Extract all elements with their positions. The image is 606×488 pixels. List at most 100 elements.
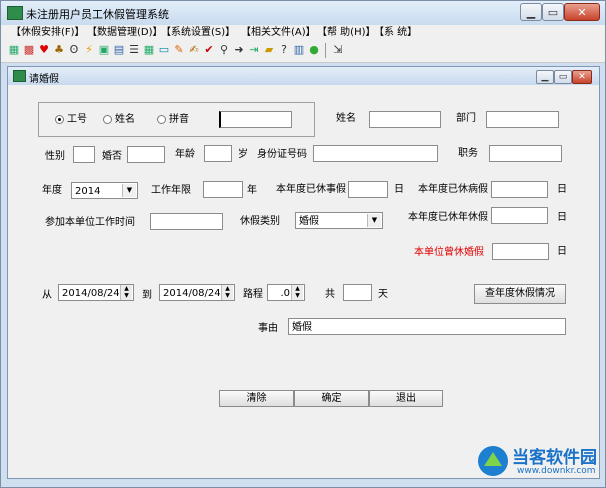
reason-label: 事由 [258, 323, 278, 334]
used-personal-unit: 日 [394, 184, 404, 195]
exit-door-icon[interactable]: ⇲ [331, 42, 345, 58]
blocks-icon[interactable]: ▣ [97, 42, 111, 58]
search-input[interactable] [219, 111, 292, 128]
radio-name[interactable] [103, 115, 112, 124]
import-icon[interactable]: ⇥ [247, 42, 261, 58]
start-date-value: 2014/08/24 [62, 288, 120, 299]
menu-data[interactable]: 【数据管理(D)】 [87, 25, 163, 40]
window-icon[interactable]: ▤ [112, 42, 126, 58]
stepper-arrows-icon[interactable]: ▲ ▼ [291, 285, 303, 300]
toolbar: ▦ ▩ ♥ ♣ ʘ ⚡ ▣ ▤ ☰ ▦ ▭ ✎ ✍ ✔ ⚲ ➜ ⇥ ▰ ? ▥ … [1, 40, 605, 63]
check-icon[interactable]: ✔ [202, 42, 216, 58]
age-field[interactable] [204, 145, 232, 162]
annual-leave-button[interactable]: 查年度休假情况 [474, 284, 566, 304]
grid-icon[interactable]: ▩ [22, 42, 36, 58]
menu-files[interactable]: 【相关文件(A)】 [241, 25, 316, 40]
id-card-label: 身份证号码 [257, 149, 307, 160]
watermark-url: www.downkr.com [517, 466, 596, 476]
year-unit-label: 年 [247, 185, 257, 196]
total-unit-label: 天 [378, 289, 388, 300]
monitor-icon[interactable]: ▭ [157, 42, 171, 58]
minimize-button[interactable]: ▁ [520, 3, 542, 21]
maximize-button[interactable]: ▭ [542, 3, 564, 21]
app-icon [7, 6, 23, 20]
child-title-bar [8, 67, 599, 85]
join-date-field[interactable] [150, 213, 223, 230]
year-select[interactable]: 2014 ▼ [71, 182, 138, 199]
heart-icon[interactable]: ♥ [37, 42, 51, 58]
date-spinner-icon[interactable]: ▲ ▼ [120, 285, 132, 300]
start-date-picker[interactable]: 2014/08/24 ▲ ▼ [58, 284, 134, 301]
menu-system[interactable]: 【系 统】 [374, 25, 417, 40]
menu-leave[interactable]: 【休假安排(F)】 [11, 25, 85, 40]
chevron-down-icon[interactable]: ▼ [367, 214, 381, 227]
used-sick-label: 本年度已休病假 [418, 184, 488, 195]
used-marriage-unit: 日 [557, 246, 567, 257]
used-marriage-label: 本单位曾休婚假 [414, 247, 484, 258]
age-unit-label: 岁 [238, 149, 248, 160]
tiles-icon[interactable]: ▦ [142, 42, 156, 58]
lightning-icon[interactable]: ⚡ [82, 42, 96, 58]
married-field[interactable] [127, 146, 165, 163]
position-label: 职务 [458, 148, 478, 159]
binoculars-icon[interactable]: ʘ [67, 42, 81, 58]
name-label: 姓名 [336, 113, 356, 124]
dept-field[interactable] [486, 111, 559, 128]
age-label: 年龄 [175, 149, 195, 160]
watermark-brand: 当客软件园 [512, 448, 597, 468]
gender-field[interactable] [73, 146, 95, 163]
id-card-field[interactable] [313, 145, 438, 162]
close-button[interactable]: ✕ [564, 3, 600, 21]
used-personal-field[interactable] [348, 181, 388, 198]
clear-button[interactable]: 清除 [219, 390, 294, 407]
edit-icon[interactable]: ✎ [172, 42, 186, 58]
list-icon[interactable]: ☰ [127, 42, 141, 58]
chart-icon[interactable]: ♣ [52, 42, 66, 58]
dept-label: 部门 [456, 113, 476, 124]
ok-button[interactable]: 确定 [294, 390, 369, 407]
work-years-field[interactable] [203, 181, 243, 198]
leave-type-select[interactable]: 婚假 ▼ [295, 212, 383, 229]
money-icon[interactable]: ● [307, 42, 321, 58]
used-annual-label: 本年度已休年休假 [408, 212, 488, 223]
name-field[interactable] [369, 111, 441, 128]
calendar-icon[interactable]: ▥ [292, 42, 306, 58]
gender-label: 性别 [45, 151, 65, 162]
child-close-button[interactable]: ✕ [572, 70, 592, 84]
used-sick-field[interactable] [491, 181, 548, 198]
used-personal-label: 本年度已休事假 [276, 184, 346, 195]
menu-bar: 【休假安排(F)】 【数据管理(D)】 【系统设置(S)】 【相关文件(A)】 … [1, 25, 605, 40]
child-maximize-button[interactable]: ▭ [554, 70, 572, 84]
used-annual-field[interactable] [491, 207, 548, 224]
travel-stepper[interactable]: .0 ▲ ▼ [267, 284, 305, 301]
note-icon[interactable]: ✍ [187, 42, 201, 58]
help-icon[interactable]: ? [277, 42, 291, 58]
menu-help[interactable]: 【帮 助(H)】 [317, 25, 376, 40]
radio-employee-id[interactable] [55, 115, 64, 124]
child-minimize-button[interactable]: ▁ [536, 70, 554, 84]
position-field[interactable] [489, 145, 562, 162]
table-icon[interactable]: ▦ [7, 42, 21, 58]
child-window-title: 请婚假 [29, 74, 59, 85]
toolbar-separator [325, 43, 326, 58]
used-marriage-field[interactable] [492, 243, 549, 260]
total-days-field[interactable] [343, 284, 372, 301]
used-annual-unit: 日 [557, 212, 567, 223]
end-date-value: 2014/08/24 [163, 288, 221, 299]
join-date-label: 参加本单位工作时间 [45, 217, 135, 228]
reason-field[interactable]: 婚假 [288, 318, 566, 335]
chevron-down-icon[interactable]: ▼ [122, 184, 136, 197]
radio-pinyin[interactable] [157, 115, 166, 124]
leave-type-label: 休假类别 [240, 216, 280, 227]
exit-button[interactable]: 退出 [369, 390, 443, 407]
end-date-picker[interactable]: 2014/08/24 ▲ ▼ [159, 284, 235, 301]
folder-icon[interactable]: ▰ [262, 42, 276, 58]
radio-pinyin-label: 拼音 [169, 114, 189, 125]
radio-employee-id-label: 工号 [67, 114, 87, 125]
year-value: 2014 [75, 186, 101, 197]
find-icon[interactable]: ⚲ [217, 42, 231, 58]
menu-settings[interactable]: 【系统设置(S)】 [161, 25, 235, 40]
travel-value: .0 [280, 288, 290, 299]
date-spinner-icon[interactable]: ▲ ▼ [221, 285, 233, 300]
export-icon[interactable]: ➜ [232, 42, 246, 58]
